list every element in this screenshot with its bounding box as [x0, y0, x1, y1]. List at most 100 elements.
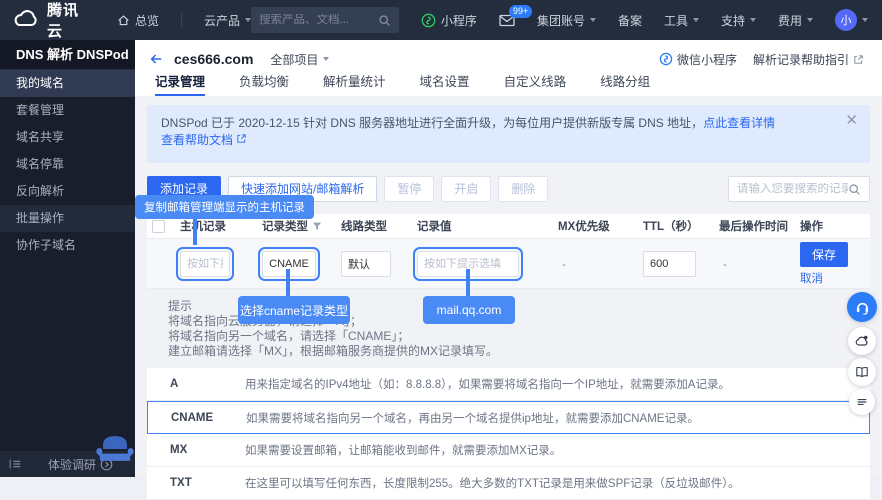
sidebar-item-my-domains[interactable]: 我的域名 [0, 70, 135, 97]
line-type-input[interactable] [341, 251, 391, 277]
notice-banner: DNSPod 已于 2020-12-15 针对 DNS 服务器地址进行全面升级，… [147, 105, 870, 163]
record-search [728, 176, 870, 202]
nav-group-account[interactable]: 集团账号 [537, 12, 596, 29]
page-title-domain: ces666.com [174, 51, 253, 67]
back-arrow-icon[interactable] [149, 52, 163, 66]
nav-beian[interactable]: 备案 [618, 12, 642, 29]
nav-billing[interactable]: 费用 [778, 12, 813, 29]
callout-connector [466, 269, 470, 297]
chevron-down-icon [693, 18, 699, 22]
table-row-cname[interactable]: CNAME 如果需要将域名指向另一个域名，再由另一个域名提供ip地址，就需要添加… [147, 401, 870, 434]
headset-icon [854, 299, 871, 316]
column-header-value: 记录值 [417, 218, 452, 234]
open-book-icon [854, 364, 870, 380]
enable-button[interactable]: 开启 [441, 176, 491, 202]
callout-host-tip: 复制邮箱管理端显示的主机记录 [135, 195, 314, 219]
column-header-actions: 操作 [800, 218, 823, 234]
host-record-input[interactable] [180, 251, 230, 277]
ttl-input[interactable] [643, 251, 696, 277]
tips-line: 将域名指向另一个域名，请选择「CNAME」； [168, 329, 870, 344]
home-icon [117, 14, 130, 27]
column-header-mx: MX优先级 [558, 218, 610, 234]
callout-type-tip: 选择cname记录类型 [238, 296, 350, 324]
delete-button[interactable]: 删除 [498, 176, 548, 202]
documentation-button[interactable] [848, 358, 876, 386]
collapse-sidebar-icon[interactable] [8, 457, 22, 471]
banner-line2: 查看帮助文档 [161, 132, 836, 149]
tab-record-management[interactable]: 记录管理 [155, 71, 205, 96]
cloud-logo-icon [12, 8, 40, 32]
project-filter[interactable]: 全部项目 [270, 51, 329, 68]
banner-line1: DNSPod 已于 2020-12-15 针对 DNS 服务器地址进行全面升级，… [161, 115, 836, 132]
survey-list-button[interactable] [849, 389, 875, 415]
tab-bar: 记录管理 负载均衡 解析量统计 域名设置 自定义线路 线路分组 [135, 70, 882, 97]
avatar[interactable]: 小 [835, 9, 857, 31]
save-button[interactable]: 保存 [800, 242, 848, 267]
miniprogram-icon [421, 13, 436, 28]
nav-messages[interactable]: 99+ [499, 14, 515, 27]
tab-domain-settings[interactable]: 域名设置 [420, 71, 470, 96]
sidebar-item-plan-management[interactable]: 套餐管理 [0, 97, 135, 124]
cancel-link[interactable]: 取消 [800, 270, 823, 286]
sidebar-item-domain-parking[interactable]: 域名停靠 [0, 151, 135, 178]
callout-connector [193, 218, 197, 245]
nav-tools[interactable]: 工具 [664, 12, 699, 29]
pause-button[interactable]: 暂停 [384, 176, 434, 202]
select-all-checkbox[interactable] [152, 220, 165, 233]
top-navbar: 腾讯云 总览 云产品 小程序 99+ 集团账号 备案 工具 支持 费用 [0, 0, 882, 40]
last-operation-value: - [719, 257, 727, 271]
cloud-feedback-icon [854, 333, 870, 349]
main-area: ces666.com 全部项目 微信小程序 解析记录帮助指引 记录管理 负载均衡… [135, 40, 882, 477]
callout-connector [286, 269, 290, 297]
sidebar-item-batch-operations[interactable]: 批量操作 [0, 205, 135, 232]
tab-resolution-stats[interactable]: 解析量统计 [323, 71, 386, 96]
host-input-highlight [176, 247, 234, 281]
column-header-line: 线路类型 [341, 218, 387, 234]
tencent-cloud-logo[interactable]: 腾讯云 [12, 0, 95, 41]
feedback-button[interactable] [848, 327, 876, 355]
sidebar-item-domain-sharing[interactable]: 域名共享 [0, 124, 135, 151]
nav-miniprogram[interactable]: 小程序 [421, 12, 477, 29]
customer-support-button[interactable] [847, 292, 877, 322]
wechat-miniprogram-icon [659, 52, 673, 66]
table-row-txt[interactable]: TXT 在这里可以填写任何东西，长度限制255。绝大多数的TXT记录是用来做SP… [147, 467, 870, 500]
tab-line-groups[interactable]: 线路分组 [600, 71, 650, 96]
banner-doc-link[interactable]: 查看帮助文档 [161, 133, 233, 147]
wechat-miniprogram-link[interactable]: 微信小程序 [659, 51, 737, 68]
brand-name: 腾讯云 [47, 0, 95, 41]
column-header-host: 主机记录 [180, 218, 226, 234]
global-search-input[interactable] [259, 14, 378, 26]
nav-products-menu[interactable]: 云产品 [204, 12, 251, 29]
banner-detail-link[interactable]: 点此查看详情 [703, 116, 775, 130]
table-row-mx[interactable]: MX 如果需要设置邮箱，让邮箱能收到邮件，就需要添加MX记录。 [147, 434, 870, 467]
sidebar: DNS 解析 DNSPod 我的域名 套餐管理 域名共享 域名停靠 反向解析 批… [0, 40, 135, 477]
filter-icon[interactable] [312, 221, 322, 231]
column-header-ttl: TTL（秒） [643, 218, 699, 234]
chevron-down-icon [590, 18, 596, 22]
table-row-a[interactable]: A 用来指定域名的IPv4地址（如：8.8.8.8），如果需要将域名指向一个IP… [147, 368, 870, 401]
new-record-form-row: - - 保存 取消 [147, 239, 870, 289]
chevron-down-icon[interactable] [862, 18, 868, 22]
nav-divider [181, 13, 182, 27]
global-search [251, 7, 399, 33]
chevron-down-icon [807, 18, 813, 22]
record-search-input[interactable] [737, 183, 848, 195]
record-type-help-table: A 用来指定域名的IPv4地址（如：8.8.8.8），如果需要将域名指向一个IP… [147, 368, 870, 500]
sidebar-item-reverse-dns[interactable]: 反向解析 [0, 178, 135, 205]
nav-support[interactable]: 支持 [721, 12, 756, 29]
mx-priority-value: - [558, 257, 566, 271]
content-area: DNSPod 已于 2020-12-15 针对 DNS 服务器地址进行全面升级，… [135, 97, 882, 477]
survey-link[interactable]: 体验调研 [48, 456, 96, 473]
banner-close-icon[interactable]: ✕ [845, 113, 858, 128]
sidebar-item-collaborative-subdomains[interactable]: 协作子域名 [0, 232, 135, 259]
nav-overview[interactable]: 总览 [117, 12, 159, 29]
dns-help-guide-link[interactable]: 解析记录帮助指引 [753, 51, 868, 68]
column-header-last-op: 最后操作时间 [719, 218, 788, 234]
search-icon[interactable] [848, 183, 861, 196]
tab-custom-lines[interactable]: 自定义线路 [504, 71, 567, 96]
external-link-icon [236, 133, 247, 144]
search-icon[interactable] [378, 14, 391, 27]
sidebar-title: DNS 解析 DNSPod [0, 40, 135, 70]
tab-load-balancing[interactable]: 负载均衡 [239, 71, 289, 96]
tips-line: 建立邮箱请选择「MX」，根据邮箱服务商提供的MX记录填写。 [168, 344, 870, 359]
